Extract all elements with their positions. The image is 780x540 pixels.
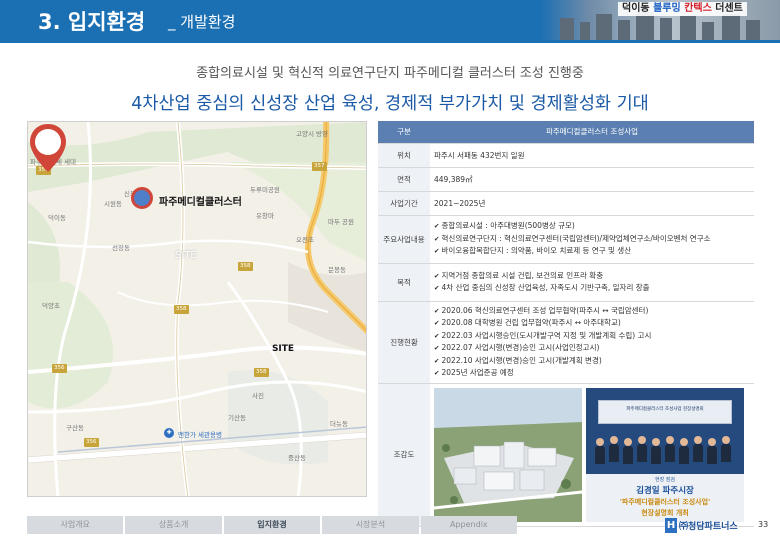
row-value: 449,389㎡ (430, 167, 754, 192)
map-place-label: 덕이동 (48, 214, 66, 222)
brand-part-1: 덕이동 (622, 3, 654, 14)
map-place-label: 고양시 방향 (296, 130, 328, 138)
route-marker: 358 (174, 305, 189, 314)
nav-tab-location[interactable]: 입지환경 (223, 516, 321, 534)
row-value: 파주시 서패동 432번지 일원 (430, 143, 754, 168)
table-header-value: 파주메디컬클러스터 조성사업 (430, 121, 754, 144)
map-place-label: 사진 (252, 392, 264, 400)
view-images: 파주메디컬클러스터 조성사업 현장설명회 현장 점검 김경일 파주시장 '파주메… (430, 384, 754, 526)
section-subtitle: _ 개발환경 (168, 13, 236, 31)
caption-tag: 현장 점검 (655, 476, 675, 483)
map-place-label: 구산동 (66, 424, 84, 432)
caption-line-2: 현장설명회 개최 (641, 508, 689, 517)
list-item: 지역거점 종합의료 시설 건립, 보건의료 인프라 확충 (434, 270, 750, 283)
caption-title: 김경일 파주시장 (636, 485, 694, 496)
site-pin-label: SITE (271, 344, 295, 354)
row-value: 지역거점 종합의료 시설 건립, 보건의료 인프라 확충 4차 산업 중심의 신… (430, 263, 754, 302)
site-pin-icon[interactable] (28, 122, 68, 174)
brand-banner: 덕이동 블루밍 칸텍스 더센트 (618, 2, 747, 16)
brand-part-3: 칸텍스 (684, 3, 716, 14)
list-item: 2022.07 사업시행(변경)승인 고시(사업인정고시) (434, 342, 750, 355)
table-row: 면적 449,389㎡ (378, 167, 754, 192)
row-value: 2020.06 혁신의료연구센터 조성 업무협약(파주시 ↔ 국립암센터) 20… (430, 301, 754, 384)
cluster-label: 파주메디컬클러스터 (159, 197, 242, 208)
row-key: 조감도 (378, 383, 430, 527)
company-logo: H ㈜청담파트너스 (665, 517, 738, 533)
section-nav: 사업개요 상품소개 입지환경 시장분석 Appendix (27, 516, 518, 534)
section-title-bar: 3. 입지환경 _ 개발환경 (0, 0, 560, 40)
brand-part-4: 더센트 (715, 3, 743, 14)
map-place-label: 중산동 (288, 454, 306, 462)
location-map[interactable]: 357 357 356 358 358 356 358 파주시 전체 세대 고양… (27, 121, 367, 497)
table-row: 위치 파주시 서패동 432번지 일원 (378, 143, 754, 168)
section-title: 3. 입지환경 (38, 10, 146, 34)
table-row: 조감도 파주메디컬클러스터 조성사업 현장설명회 현장 점검 김경일 파주시장 … (378, 383, 754, 527)
map-place-label: 문봉동 (328, 266, 346, 274)
aerial-view-image[interactable] (434, 387, 582, 522)
page-number: 33 (758, 520, 769, 529)
nav-tab-appendix[interactable]: Appendix (420, 516, 518, 534)
nav-tab-market[interactable]: 시장분석 (322, 516, 419, 534)
landmark-label: 맨한가 세관용병 (178, 431, 222, 439)
header-divider (0, 40, 780, 43)
map-place-label: 기산동 (228, 414, 246, 422)
route-marker: 358 (238, 262, 253, 271)
route-marker: 357 (312, 162, 327, 171)
site-watermark: SITE (175, 250, 197, 261)
event-banner-text: 파주메디컬클러스터 조성사업 현장설명회 (626, 406, 704, 412)
map-place-label: 두루미공원 (250, 186, 280, 194)
page-headline: 4차산업 중심의 신성장 산업 육성, 경제적 부가가치 및 경제활성화 기대 (131, 94, 649, 114)
map-place-label: 시원동 (104, 200, 122, 208)
row-value: 파주메디컬클러스터 조성사업 현장설명회 현장 점검 김경일 파주시장 '파주메… (430, 383, 754, 527)
row-key: 진행현황 (378, 301, 430, 384)
event-crowd (590, 434, 740, 474)
map-place-label: 선장동 (112, 244, 130, 252)
table-header-key: 구분 (378, 121, 430, 144)
logo-mark: H (665, 517, 677, 533)
nav-tab-overview[interactable]: 사업개요 (27, 516, 124, 534)
table-row: 목적 지역거점 종합의료 시설 건립, 보건의료 인프라 확충 4차 산업 중심… (378, 263, 754, 302)
page-subtitle: 종합의료시설 및 혁신적 의료연구단지 파주메디컬 클러스터 조성 진행중 (196, 66, 584, 81)
map-place-label: 덕양초 (42, 302, 60, 310)
brand-part-2: 블루밍 (653, 3, 685, 14)
row-value: 2021~2025년 (430, 191, 754, 216)
list-item: 4차 산업 중심의 신성장 산업육성, 자족도시 기반구축, 일자리 창출 (434, 282, 750, 295)
row-key: 면적 (378, 167, 430, 192)
list-item: 2020.08 대학병원 건립 업무협약(파주시 ↔ 아주대학교) (434, 317, 750, 330)
list-item: 2020.06 혁신의료연구센터 조성 업무협약(파주시 ↔ 국립암센터) (434, 305, 750, 318)
list-item: 2022.10 사업시행(변경)승인 고시(개발계획 변경) (434, 355, 750, 368)
map-place-label: 유창마 (256, 212, 274, 220)
logo-name: ㈜청담파트너스 (679, 521, 738, 532)
event-photo[interactable]: 파주메디컬클러스터 조성사업 현장설명회 현장 점검 김경일 파주시장 '파주메… (586, 387, 744, 522)
page-header: 3. 입지환경 _ 개발환경 덕이동 블루밍 칸텍스 더센트 (0, 0, 780, 44)
route-marker: 356 (84, 438, 99, 447)
list-item: 혁신의료연구단지 : 혁신의료연구센터(국립암센터)/제약업체연구소/바이오벤처… (434, 233, 750, 246)
map-place-label: 마두 공원 (328, 218, 354, 226)
project-info-table: 구분 파주메디컬클러스터 조성사업 위치 파주시 서패동 432번지 일원 면적… (378, 121, 754, 527)
nav-tab-products[interactable]: 상품소개 (125, 516, 222, 534)
list-item: 2022.03 사업시행승인(도시개발구역 지정 및 개발계획 수립) 고시 (434, 330, 750, 343)
cluster-marker[interactable] (131, 187, 153, 209)
caption-line-1: '파주메디컬클러스터 조성사업' (619, 497, 711, 506)
table-row: 진행현황 2020.06 혁신의료연구센터 조성 업무협약(파주시 ↔ 국립암센… (378, 301, 754, 384)
map-place-label: 더뉴동 (330, 420, 348, 428)
table-row: 사업기간 2021~2025년 (378, 191, 754, 216)
row-key: 사업기간 (378, 191, 430, 216)
map-roads (28, 122, 366, 496)
row-key: 주요사업내용 (378, 215, 430, 264)
list-item: 2025년 사업준공 예정 (434, 367, 750, 380)
route-marker: 356 (52, 364, 67, 373)
row-key: 위치 (378, 143, 430, 168)
list-item: 바이오융합복합단지 : 의약품, 바이오 치료제 등 연구 및 생산 (434, 245, 750, 258)
map-place-label: 오전초 (296, 236, 314, 244)
route-marker: 358 (254, 368, 269, 377)
row-key: 목적 (378, 263, 430, 302)
landmark-icon: ✚ (164, 428, 174, 438)
table-row: 주요사업내용 종합의료시설 : 아주대병원(500병상 규모) 혁신의료연구단지… (378, 215, 754, 264)
list-item: 종합의료시설 : 아주대병원(500병상 규모) (434, 220, 750, 233)
row-value: 종합의료시설 : 아주대병원(500병상 규모) 혁신의료연구단지 : 혁신의료… (430, 215, 754, 264)
